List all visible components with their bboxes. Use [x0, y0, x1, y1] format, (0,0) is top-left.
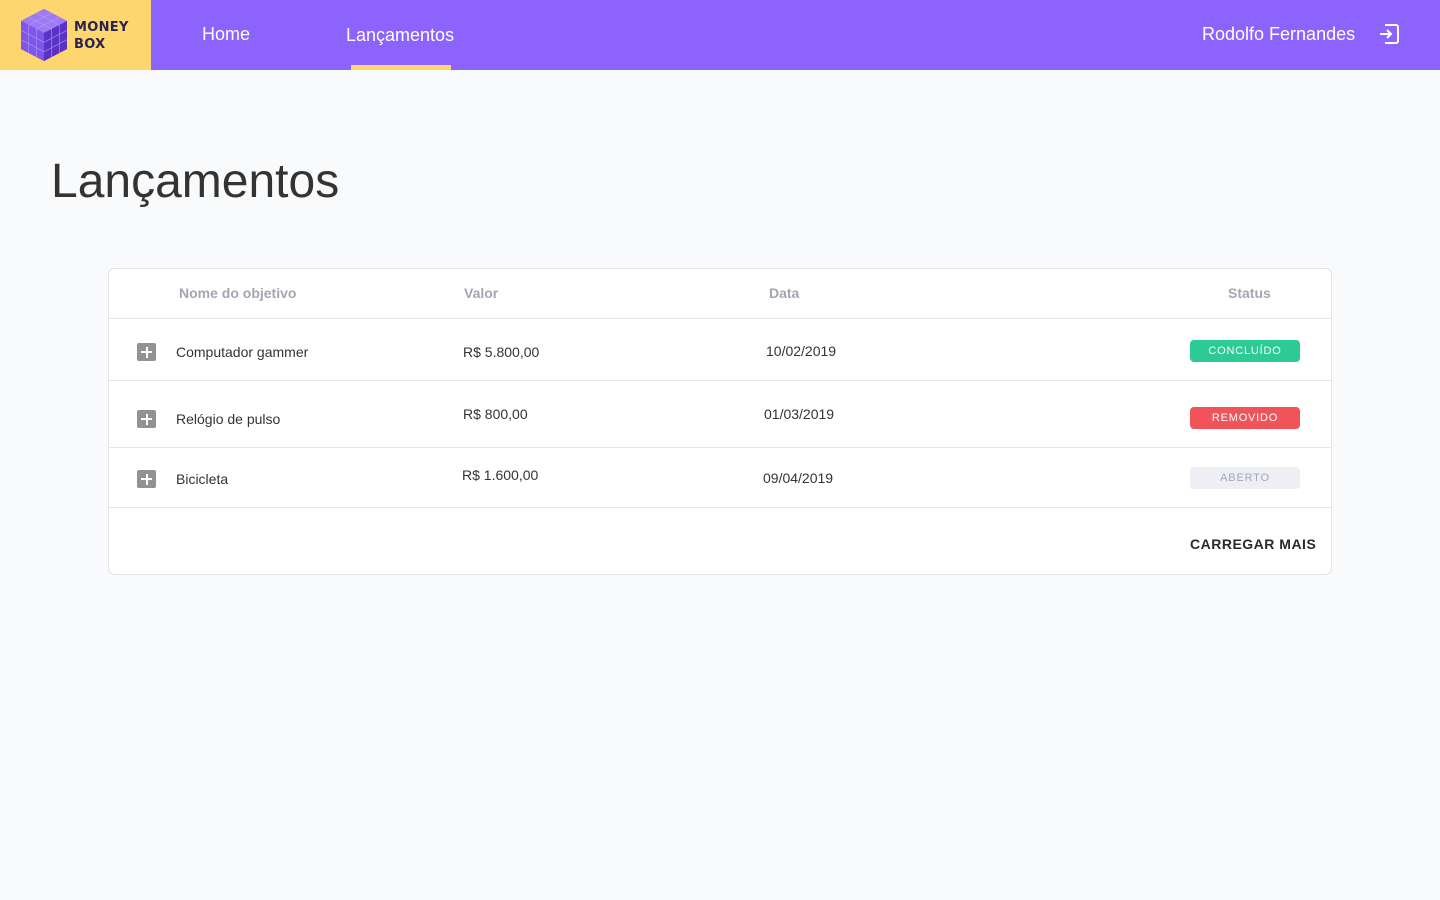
goals-table: Nome do objetivo Valor Data Status Compu…	[108, 268, 1332, 575]
row-value: R$ 5.800,00	[463, 344, 540, 360]
top-navbar: MONEY BOX Home Lançamentos Rodolfo Ferna…	[0, 0, 1440, 70]
expand-row-icon[interactable]	[137, 470, 156, 488]
active-tab-indicator	[351, 65, 451, 70]
column-header-name: Nome do objetivo	[179, 285, 297, 301]
column-header-status: Status	[1228, 285, 1271, 301]
header-divider	[109, 318, 1331, 319]
nav-home[interactable]: Home	[202, 0, 250, 69]
load-more-button[interactable]: CARREGAR MAIS	[1190, 536, 1316, 552]
page-title: Lançamentos	[51, 155, 340, 208]
column-header-value: Valor	[464, 285, 499, 301]
row-date: 01/03/2019	[764, 406, 835, 422]
expand-row-icon[interactable]	[137, 343, 156, 361]
row-date: 09/04/2019	[763, 470, 834, 486]
status-badge: ABERTO	[1190, 467, 1300, 489]
row-divider	[109, 447, 1331, 448]
status-badge: REMOVIDO	[1190, 407, 1300, 429]
expand-row-icon[interactable]	[137, 410, 156, 428]
status-badge: CONCLUÍDO	[1190, 340, 1300, 362]
row-divider	[109, 380, 1331, 381]
logo-text-line2: BOX	[74, 37, 106, 52]
row-name: Relógio de pulso	[176, 411, 281, 427]
column-header-date: Data	[769, 285, 800, 301]
user-name[interactable]: Rodolfo Fernandes	[1202, 0, 1355, 70]
logout-icon[interactable]	[1378, 23, 1400, 45]
row-value: R$ 1.600,00	[462, 467, 539, 483]
row-name: Bicicleta	[176, 471, 229, 487]
row-date: 10/02/2019	[766, 343, 837, 359]
row-value: R$ 800,00	[463, 406, 528, 422]
logo-text: MONEY BOX	[74, 19, 129, 53]
row-divider	[109, 507, 1331, 508]
logo[interactable]: MONEY BOX	[0, 0, 151, 70]
row-name: Computador gammer	[176, 344, 309, 360]
cube-logo-icon	[20, 9, 68, 61]
logo-text-line1: MONEY	[74, 20, 129, 35]
nav-lancamentos[interactable]: Lançamentos	[346, 0, 454, 70]
